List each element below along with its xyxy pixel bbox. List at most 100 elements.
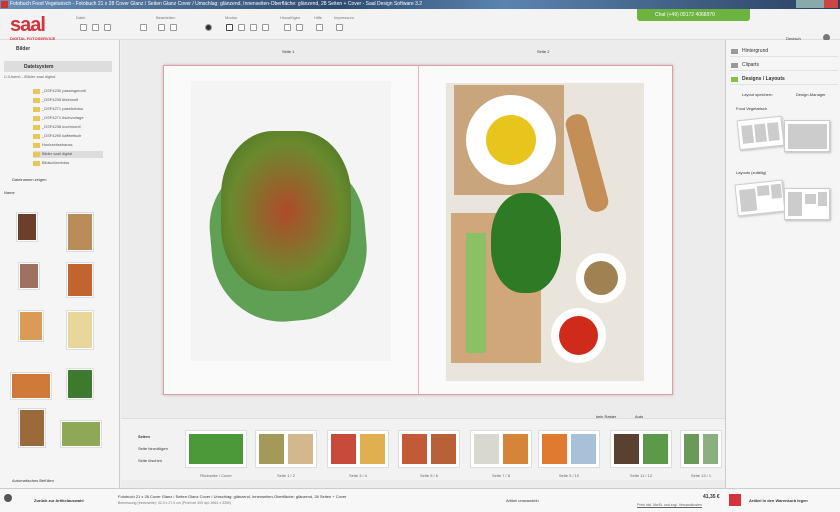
show-filenames-checkbox[interactable]: Dateinamen zeigen <box>4 177 112 182</box>
group-help: Hilfe <box>314 15 323 20</box>
photobook-spread <box>163 65 673 395</box>
layouts-icon <box>731 77 738 82</box>
sort-select[interactable]: Name <box>4 190 112 195</box>
page-thumb[interactable] <box>538 430 600 468</box>
cliparts-tab[interactable]: Cliparts <box>730 60 838 71</box>
group-add: Hinzufügen <box>280 15 301 20</box>
pages-title: Seiten <box>138 434 151 439</box>
maximize-button[interactable] <box>810 0 824 8</box>
page-thumb-label: Seite 3 / 4 <box>348 473 367 478</box>
image-thumbnail[interactable] <box>18 310 44 342</box>
auto-fill-section[interactable]: Automatisches Befüllen <box>4 478 112 483</box>
price-note-link[interactable]: Preis inkl. MwSt. und zzgl. Versandkoste… <box>637 503 702 507</box>
folder-item[interactable]: Bildschirmfotos <box>33 160 103 167</box>
image-thumbnail[interactable] <box>18 262 40 290</box>
image-thumbnail[interactable] <box>18 408 46 448</box>
page-thumb[interactable] <box>610 430 672 468</box>
chat-phone-button[interactable]: Chat (+49) 09172 4068970 <box>637 9 750 21</box>
page-thumb-label: Seite 11 / 12 <box>629 473 653 478</box>
page-thumb[interactable] <box>398 430 460 468</box>
background-tab[interactable]: Hintergrund <box>730 46 838 57</box>
page-thumb-cover[interactable] <box>185 430 247 468</box>
eye-icon[interactable] <box>262 24 269 31</box>
page-thumb[interactable] <box>470 430 532 468</box>
product-description: Fotobuch 21 x 28 Cover Glanz / Seiten Gl… <box>118 494 347 499</box>
folder-item[interactable]: _DSF4230 passingmontl <box>33 88 103 95</box>
add-to-cart-button[interactable]: Artikel in den Warenkorb legen <box>749 498 808 503</box>
save-layout-button[interactable]: Layout speichern <box>742 92 772 97</box>
background-icon <box>731 49 738 54</box>
close-button[interactable] <box>824 0 838 8</box>
spine-line <box>418 66 419 394</box>
page-thumb-label: Seite 13 / 1 <box>690 473 712 478</box>
folder-item[interactable]: _DSF4235 titelmontl <box>33 97 103 104</box>
status-bar: Zurück zur Artikelauswahl Fotobuch 21 x … <box>0 488 840 512</box>
folder-item[interactable]: Hochzeitsstrauss <box>33 142 103 149</box>
page-thumb[interactable] <box>680 430 722 468</box>
logo: saal <box>10 14 46 36</box>
cart-icon[interactable] <box>729 494 741 506</box>
page-thumb-label: Seite 1 / 2 <box>276 473 295 478</box>
folder-item[interactable]: _DSF4271 tischvorlage <box>33 115 103 122</box>
left-panel: Bilder Dateisystem C:\Users\...\Bilder s… <box>0 40 120 488</box>
info-icon[interactable] <box>336 24 343 31</box>
folder-item-selected[interactable]: Bilder saal digital <box>33 151 103 158</box>
title-bar: Fotobuch Food Vegetarisch - Fotobuch 21 … <box>0 0 840 9</box>
page-thumb-label: Rückseite / Cover <box>200 473 232 478</box>
redo-icon[interactable] <box>170 24 177 31</box>
image-thumbnail[interactable] <box>10 372 52 400</box>
path-field[interactable]: C:\Users\...\Bilder saal digital <box>4 74 112 79</box>
layout-preview[interactable] <box>784 120 830 152</box>
image-thumbnail[interactable] <box>66 262 94 298</box>
back-arrow-icon[interactable] <box>4 494 12 502</box>
add-text-icon[interactable] <box>296 24 303 31</box>
page-label-left: Seite 1 <box>282 49 295 54</box>
image-thumbnail[interactable] <box>66 310 94 350</box>
layout-preview[interactable] <box>734 179 786 217</box>
photo-vegetable-dish[interactable] <box>191 81 391 361</box>
photo-ingredients[interactable] <box>446 83 644 381</box>
page-thumb-label: Seite 7 / 8 <box>491 473 510 478</box>
label: Hintergrund <box>742 48 769 54</box>
filesystem-section[interactable]: Dateisystem <box>4 61 112 72</box>
page-label-right: Seite 2 <box>537 49 550 54</box>
add-page-button[interactable]: Seite hinzufügen <box>138 446 168 451</box>
design-manager-button[interactable]: Design-Manager <box>796 92 826 97</box>
folder-item[interactable]: _DSF4238 kochmontl <box>33 124 103 131</box>
page-thumb-label: Seite 5 / 6 <box>419 473 438 478</box>
minimize-button[interactable] <box>796 0 810 8</box>
preview-icon[interactable] <box>205 24 212 31</box>
folder-item[interactable]: _DSF4271 passforblau <box>33 106 103 113</box>
group-imprint: Impressum <box>334 15 354 20</box>
delete-page-button[interactable]: Seite löschen <box>138 458 162 463</box>
image-thumbnail[interactable] <box>66 368 94 400</box>
group-edit: Bearbeiten <box>156 15 176 20</box>
product-size: Bemessung (Innenseite): 42,0 x 27,9 cm (… <box>118 501 232 505</box>
zoom-icon[interactable] <box>250 24 257 31</box>
add-image-icon[interactable] <box>284 24 291 31</box>
layout-preview[interactable] <box>736 115 785 151</box>
layout-preview[interactable] <box>784 188 830 220</box>
undo-icon[interactable] <box>158 24 165 31</box>
right-panel: Hintergrund Cliparts Designs / Layouts L… <box>725 40 840 488</box>
section-random-layouts[interactable]: Layouts (zufällig) <box>736 170 766 175</box>
app-icon <box>1 1 8 8</box>
page-thumb[interactable] <box>255 430 317 468</box>
export-icon[interactable] <box>140 24 147 31</box>
help-icon[interactable] <box>316 24 323 31</box>
folder-item[interactable]: _DSF4290 kaffeetisch <box>33 133 103 140</box>
save-icon[interactable] <box>92 24 99 31</box>
section-food-vegetarisch[interactable]: Food Vegetarisch <box>736 106 767 111</box>
image-thumbnail[interactable] <box>66 212 94 252</box>
page-thumb[interactable] <box>327 430 389 468</box>
designs-layouts-tab[interactable]: Designs / Layouts <box>730 74 838 85</box>
new-icon[interactable] <box>80 24 87 31</box>
hand-icon[interactable] <box>238 24 245 31</box>
change-article-button[interactable]: Artikel umwandeln <box>506 498 539 503</box>
image-thumbnail[interactable] <box>60 420 102 448</box>
save-as-icon[interactable] <box>104 24 111 31</box>
image-thumbnail[interactable] <box>16 212 38 242</box>
select-mode-icon[interactable] <box>226 24 233 31</box>
group-file: Datei <box>76 15 86 20</box>
back-to-articles-button[interactable]: Zurück zur Artikelauswahl <box>34 498 84 503</box>
